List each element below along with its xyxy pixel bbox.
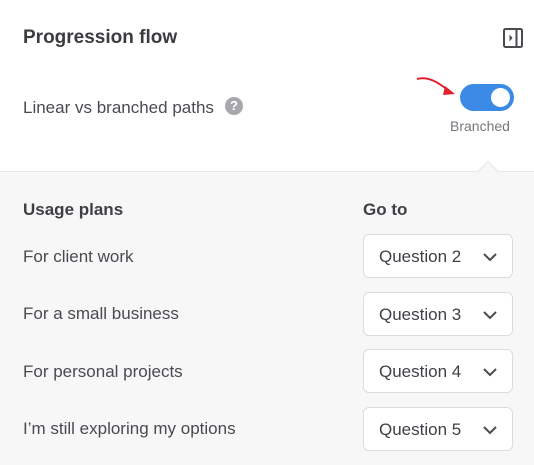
toggle-knob: [491, 88, 510, 107]
goto-select[interactable]: Question 4: [363, 349, 513, 393]
usage-plans-column-header: Usage plans: [23, 200, 124, 219]
usage-plan-label: I’m still exploring my options: [23, 419, 236, 438]
goto-select[interactable]: Question 2: [363, 234, 513, 278]
annotation-arrow-icon: [416, 77, 455, 95]
help-icon[interactable]: ?: [225, 97, 243, 115]
chevron-down-icon: [483, 368, 497, 377]
goto-select-value: Question 4: [379, 362, 462, 381]
chevron-down-icon: [483, 253, 497, 262]
goto-select[interactable]: Question 3: [363, 292, 513, 336]
panel-title: Progression flow: [23, 27, 178, 48]
goto-select-value: Question 5: [379, 420, 462, 439]
branching-setting-label: Linear vs branched paths: [23, 98, 214, 117]
goto-select-value: Question 2: [379, 247, 462, 266]
usage-plan-label: For client work: [23, 247, 134, 266]
usage-plan-label: For personal projects: [23, 362, 183, 381]
chevron-down-icon: [483, 311, 497, 320]
panel-collapse-icon[interactable]: [502, 27, 524, 49]
goto-select-value: Question 3: [379, 305, 462, 324]
branching-toggle[interactable]: [460, 84, 514, 111]
chevron-down-icon: [483, 426, 497, 435]
goto-column-header: Go to: [363, 200, 408, 219]
usage-plan-label: For a small business: [23, 304, 179, 323]
goto-select[interactable]: Question 5: [363, 407, 513, 451]
settings-panel-header: Progression flow Linear vs branched path…: [0, 0, 534, 172]
toggle-state-label: Branched: [450, 118, 510, 134]
